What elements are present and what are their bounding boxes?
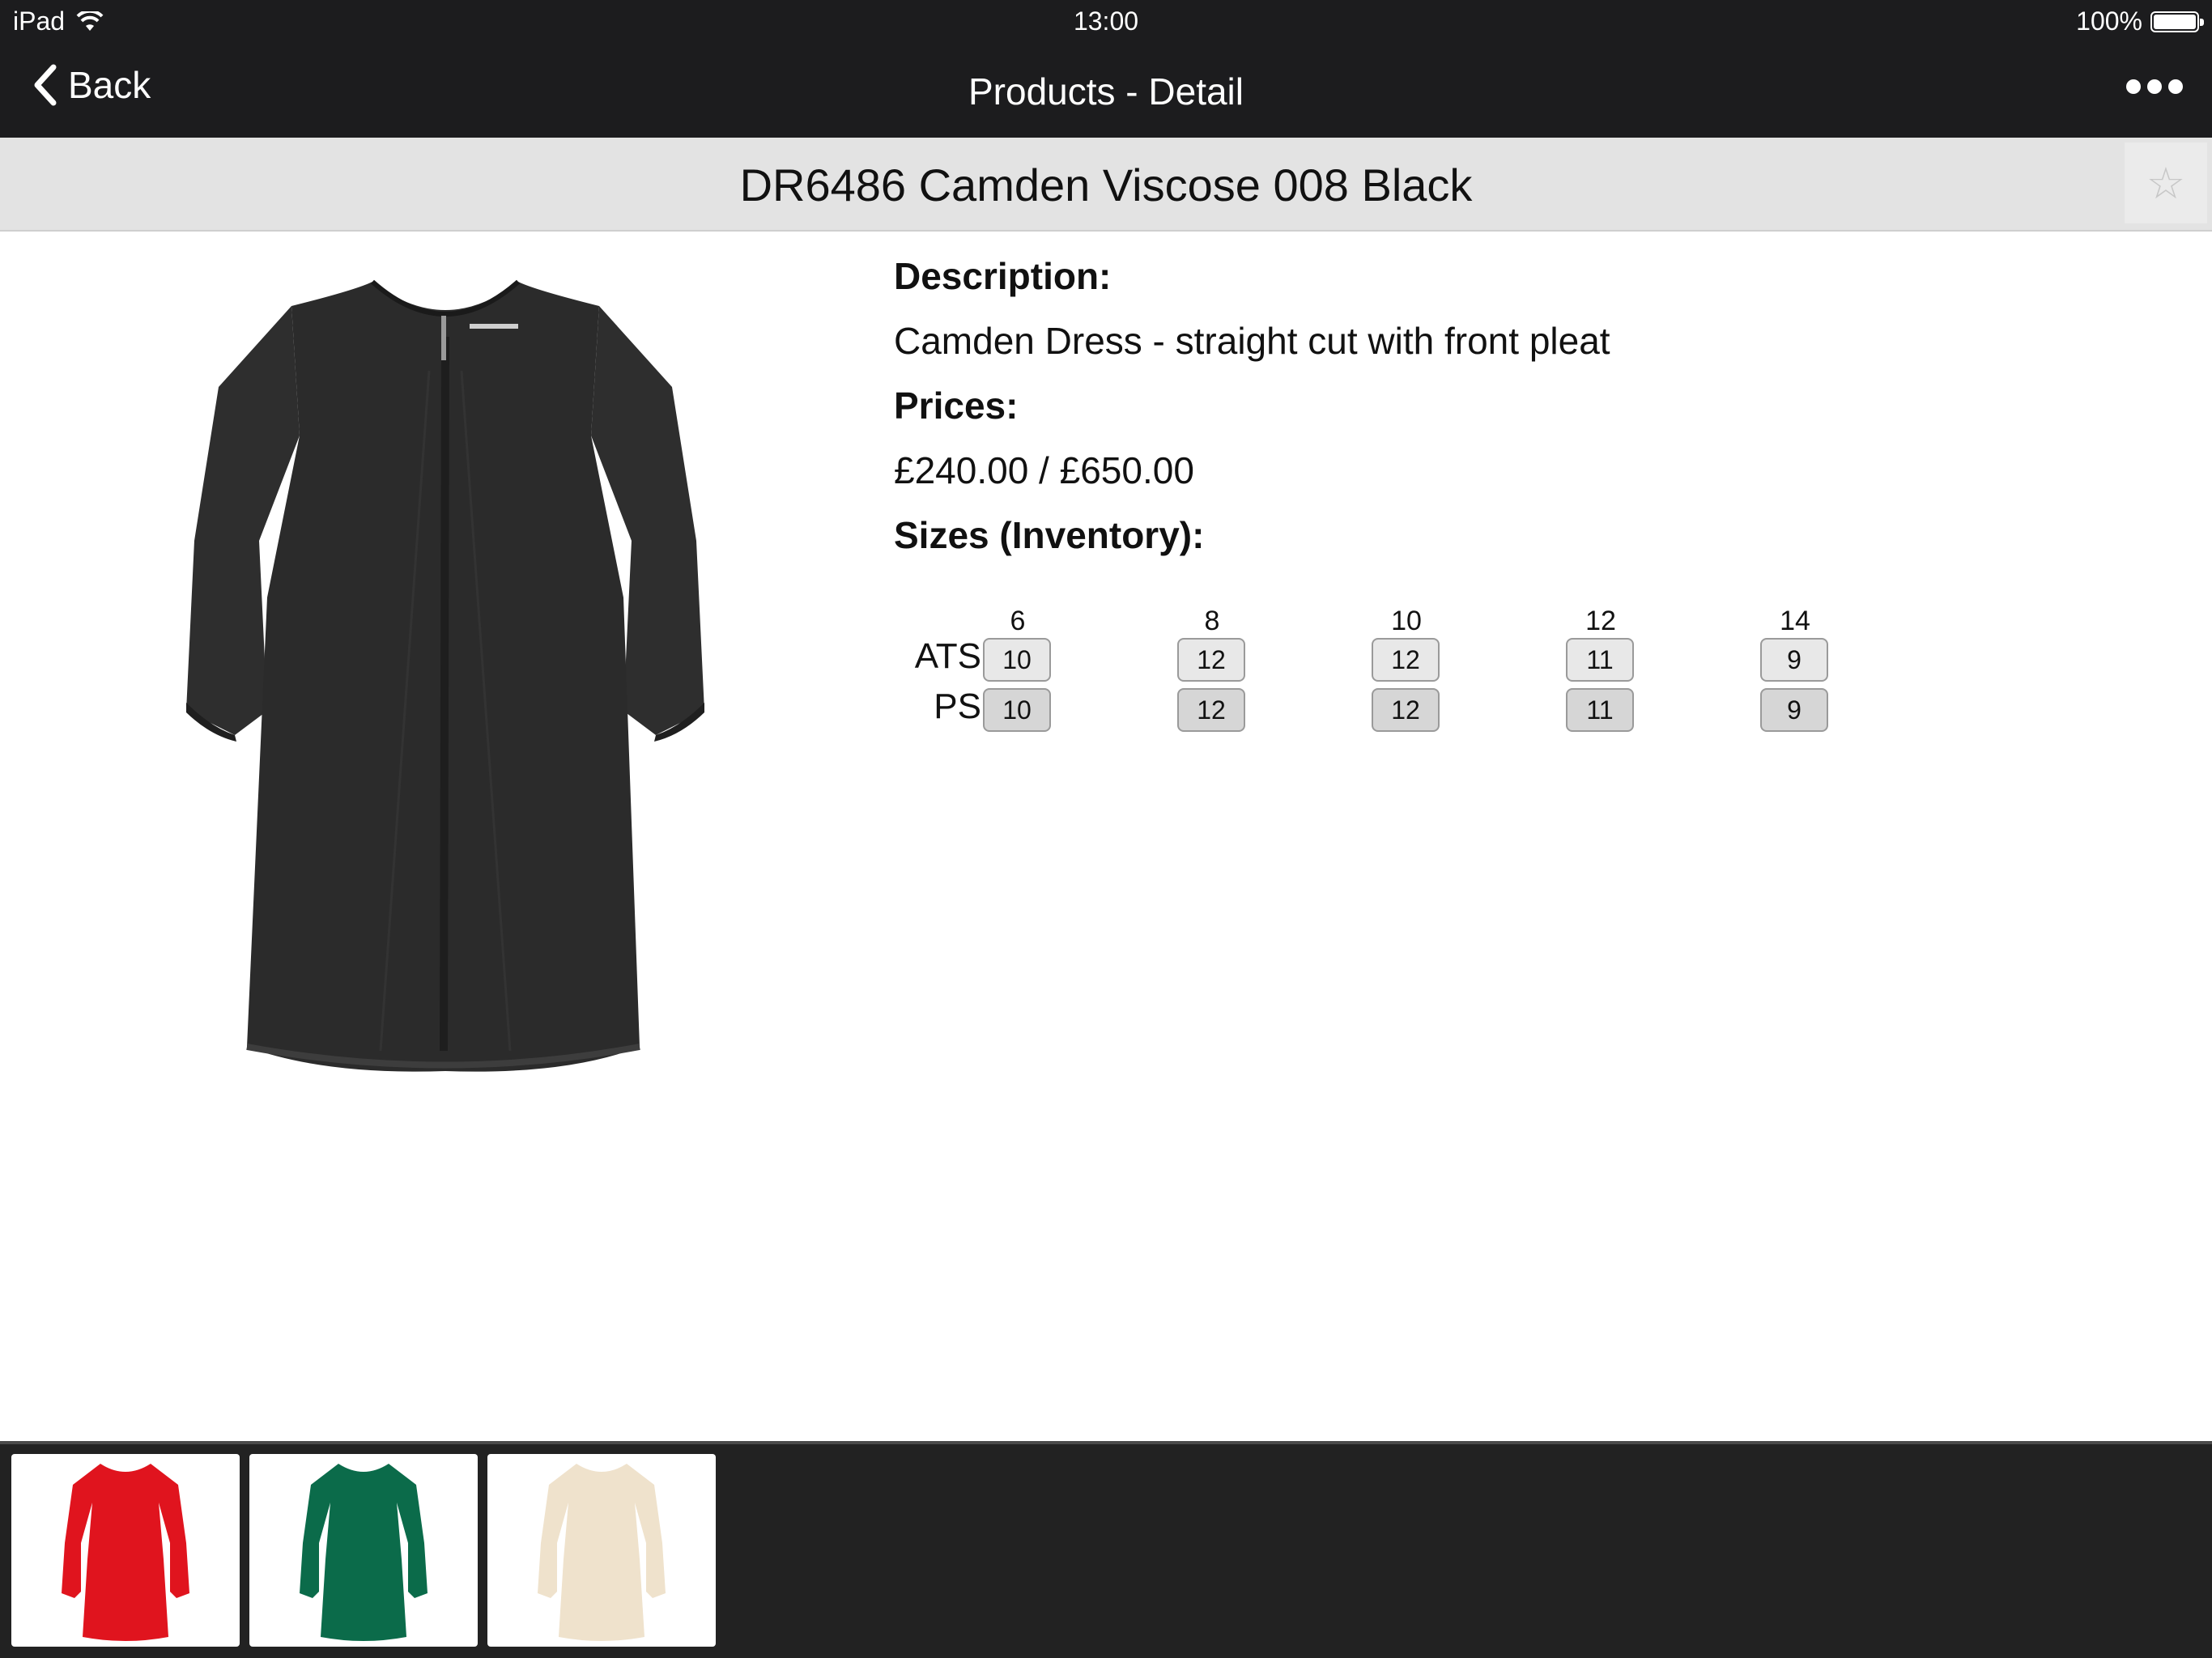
product-title: DR6486 Camden Viscose 008 Black [739, 159, 1473, 210]
favorite-button[interactable]: ☆ [2125, 142, 2207, 223]
variant-thumbnail-green[interactable] [249, 1454, 478, 1647]
product-details: Description: Camden Dress - straight cut… [894, 253, 1610, 576]
star-icon: ☆ [2146, 159, 2186, 208]
size-header: 8 [1204, 606, 1220, 636]
inventory-cell[interactable]: 9 [1760, 638, 1828, 682]
inventory-cell[interactable]: 12 [1177, 688, 1245, 732]
inventory-cell[interactable]: 10 [983, 638, 1051, 682]
inventory-cell[interactable]: 12 [1177, 638, 1245, 682]
description-label: Description: [894, 255, 1112, 297]
inventory-cell[interactable]: 12 [1372, 638, 1440, 682]
more-icon-dot [2126, 79, 2141, 94]
more-icon-dot [2147, 79, 2162, 94]
inventory-cell[interactable]: 10 [983, 688, 1051, 732]
clock: 13:00 [1073, 6, 1139, 36]
row-label-ps: PS [934, 687, 981, 726]
variant-thumbnail-cream[interactable] [487, 1454, 716, 1647]
size-header: 6 [1010, 606, 1026, 636]
variant-thumbnail-red[interactable] [11, 1454, 240, 1647]
prices-text: £240.00 / £650.00 [894, 449, 1194, 491]
product-title-bar: DR6486 Camden Viscose 008 Black ☆ [0, 138, 2212, 232]
size-header: 12 [1585, 606, 1616, 636]
inventory-cell[interactable]: 9 [1760, 688, 1828, 732]
green-dress-image [300, 1464, 428, 1641]
red-dress-image [62, 1464, 189, 1641]
cream-dress-image [538, 1464, 666, 1641]
nav-title: Products - Detail [968, 70, 1244, 113]
row-label-ats: ATS [914, 636, 981, 676]
inventory-cell[interactable]: 11 [1566, 638, 1634, 682]
battery-icon [2150, 11, 2204, 32]
status-bar: iPad 13:00 100% [0, 0, 2212, 42]
sizes-label: Sizes (Inventory): [894, 514, 1205, 556]
navigation-bar: Back Products - Detail [0, 42, 2212, 138]
prices-label: Prices: [894, 385, 1019, 427]
inventory-cell[interactable]: 11 [1566, 688, 1634, 732]
more-icon-dot [2168, 79, 2183, 94]
variant-strip [0, 1441, 2212, 1658]
more-button[interactable] [2126, 79, 2183, 94]
battery-level [2154, 14, 2196, 29]
size-header: 14 [1780, 606, 1810, 636]
inventory-cell[interactable]: 12 [1372, 688, 1440, 732]
description-text: Camden Dress - straight cut with front p… [894, 320, 1610, 362]
size-header: 10 [1391, 606, 1422, 636]
product-image [186, 279, 704, 1072]
battery-percent: 100% [2076, 6, 2142, 36]
